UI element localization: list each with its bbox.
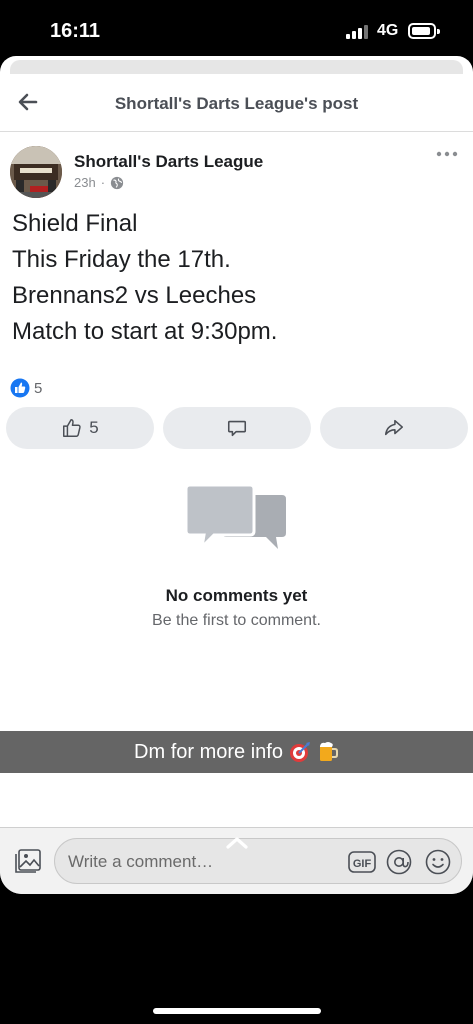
like-button[interactable]: 5 <box>6 407 154 449</box>
comment-bubble-icon <box>227 420 247 437</box>
author-name[interactable]: Shortall's Darts League <box>74 152 263 172</box>
post-text: Shield Final This Friday the 17th. Brenn… <box>12 206 462 350</box>
smiley-icon[interactable] <box>425 849 451 875</box>
gif-icon[interactable]: GIF <box>348 850 376 874</box>
page-title: Shortall's Darts League's post <box>114 94 359 113</box>
home-indicator[interactable] <box>153 1008 321 1014</box>
post-line: Match to start at 9:30pm. <box>12 318 278 345</box>
empty-title: No comments yet <box>165 586 308 605</box>
action-bar: 5 <box>0 407 473 449</box>
like-badge-icon <box>10 378 30 398</box>
post-line: Brennans2 vs Leeches <box>12 282 257 309</box>
status-bar: 16:11 4G <box>0 0 473 60</box>
post-sheet: Shortall's Darts League's post Shortall'… <box>0 56 473 894</box>
at-icon[interactable] <box>386 849 412 875</box>
comment-placeholder: Write a comment… <box>68 852 214 871</box>
post-meta: 23h · <box>74 175 124 190</box>
caption-overlay: Dm for more info <box>0 731 473 773</box>
post-line: Shield Final <box>12 210 138 237</box>
meta-separator: · <box>100 175 106 190</box>
more-horizontal-icon[interactable] <box>435 148 459 160</box>
comments-bubbles-icon <box>186 483 286 552</box>
reactions-summary[interactable]: 5 <box>10 378 42 398</box>
beer-mug-icon <box>319 742 338 761</box>
post-header: Shortall's Darts League 23h · <box>0 142 473 202</box>
caption-text: Dm for more info <box>134 740 283 763</box>
comment-button[interactable] <box>163 407 311 449</box>
sheet-handle-strip <box>10 60 463 74</box>
battery-icon <box>408 23 440 39</box>
post-age[interactable]: 23h <box>74 175 96 190</box>
signal-icon <box>346 25 370 39</box>
status-time: 16:11 <box>50 20 101 42</box>
dart-target-icon <box>289 742 310 762</box>
share-button[interactable] <box>320 407 468 449</box>
photo-icon[interactable] <box>14 848 42 874</box>
gif-label: GIF <box>353 858 372 870</box>
header: Shortall's Darts League's post <box>0 76 473 132</box>
avatar[interactable] <box>10 146 62 198</box>
post-line: This Friday the 17th. <box>12 246 231 273</box>
share-arrow-icon <box>384 419 404 436</box>
thumbs-up-icon <box>63 419 81 437</box>
globe-icon <box>110 176 124 189</box>
empty-subtitle: Be the first to comment. <box>152 612 321 629</box>
like-count: 5 <box>89 418 99 437</box>
reaction-count: 5 <box>34 379 43 397</box>
comment-input[interactable]: Write a comment… GIF <box>54 838 462 884</box>
chevron-up-icon[interactable] <box>226 835 248 849</box>
network-type: 4G <box>377 22 399 39</box>
